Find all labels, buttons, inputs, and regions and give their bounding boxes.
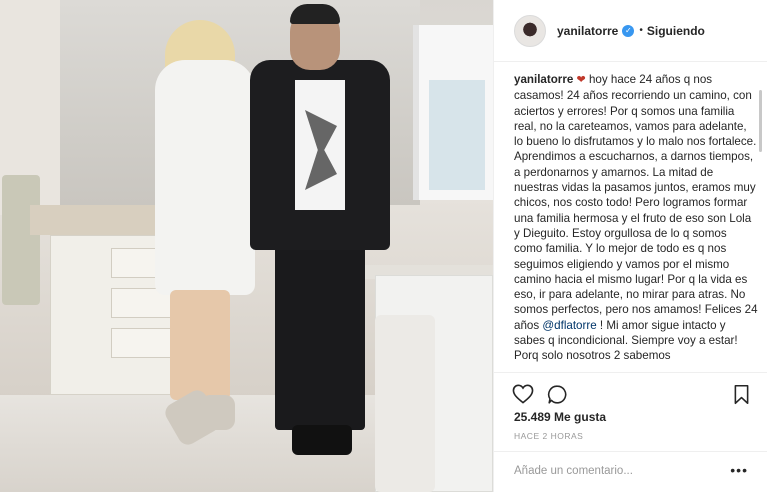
scrollbar-thumb[interactable] [759, 90, 762, 152]
comment-input[interactable] [514, 465, 714, 477]
photo-woman-legs [170, 290, 230, 400]
caption-area: yanilatorre ❤ hoy hace 24 años q nos cas… [514, 72, 758, 370]
photo-towel [2, 175, 40, 305]
photo-window-pane [429, 80, 485, 190]
heart-outline-icon[interactable] [512, 383, 534, 405]
bookmark-icon[interactable] [730, 383, 752, 405]
post-timestamp[interactable]: HACE 2 HORAS [514, 431, 583, 441]
more-options-button[interactable]: ••• [730, 462, 748, 478]
photo-slipper [200, 395, 235, 430]
header-separator: • [639, 25, 643, 36]
photo-woman-robe [155, 60, 255, 295]
photo-man-hair [290, 4, 340, 24]
likes-count[interactable]: 25.489 Me gusta [514, 410, 606, 424]
header-username[interactable]: yanilatorre [557, 24, 618, 38]
post-photo[interactable] [0, 0, 493, 492]
caption-username[interactable]: yanilatorre [514, 73, 573, 86]
heart-emoji-icon: ❤ [576, 74, 586, 86]
caption-scrollbar[interactable] [759, 72, 763, 370]
following-button[interactable]: Siguiendo [647, 24, 705, 38]
photo-tub-towel [375, 315, 435, 492]
add-comment-bar: ••• [494, 451, 767, 492]
photo-man-shoes [292, 425, 352, 455]
post-side-panel: yanilatorre ✓ • Siguiendo yanilatorre ❤ … [493, 0, 767, 492]
caption-mention-link[interactable]: @dflatorre [542, 319, 596, 332]
caption-text: hoy hace 24 años q nos casamos! 24 años … [514, 73, 758, 332]
verified-badge-icon: ✓ [622, 24, 635, 37]
comment-bubble-icon[interactable] [546, 383, 568, 405]
post-actions-bar [494, 372, 767, 412]
avatar[interactable] [514, 14, 546, 47]
post-header: yanilatorre ✓ • Siguiendo [494, 0, 767, 62]
